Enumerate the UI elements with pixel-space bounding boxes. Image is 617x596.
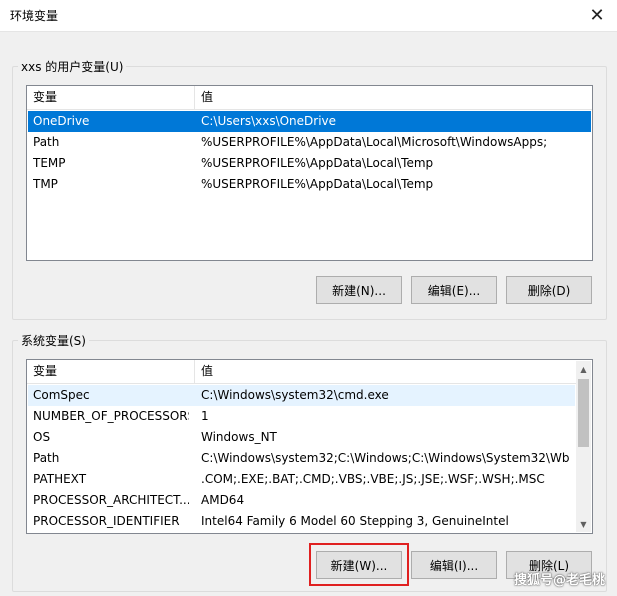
list-item[interactable]: TMP %USERPROFILE%\AppData\Local\Temp bbox=[28, 174, 591, 195]
window-title: 环境变量 bbox=[10, 9, 59, 23]
variable-name: OneDrive bbox=[33, 114, 90, 128]
system-list-header: 变量 值 bbox=[27, 360, 576, 384]
user-variables-label: xxs 的用户变量(U) bbox=[18, 58, 127, 75]
variable-value: C:\Windows\system32;C:\Windows;C:\Window… bbox=[201, 451, 569, 465]
list-item[interactable]: OS Windows_NT bbox=[28, 427, 575, 448]
variable-name: PATHEXT bbox=[33, 472, 87, 486]
system-edit-button[interactable]: 编辑(I)... bbox=[411, 551, 497, 579]
column-header-value[interactable]: 值 bbox=[195, 86, 592, 109]
system-variables-label: 系统变量(S) bbox=[18, 332, 89, 349]
variable-name: PROCESSOR_ARCHITECT... bbox=[33, 493, 189, 507]
list-item[interactable]: OneDrive C:\Users\xxs\OneDrive bbox=[28, 111, 591, 132]
scroll-down-icon[interactable]: ▼ bbox=[576, 516, 591, 532]
close-icon: ✕ bbox=[589, 5, 605, 26]
variable-value: %USERPROFILE%\AppData\Local\Microsoft\Wi… bbox=[201, 135, 548, 149]
list-item[interactable]: TEMP %USERPROFILE%\AppData\Local\Temp bbox=[28, 153, 591, 174]
variable-name: Path bbox=[33, 135, 60, 149]
variable-value: AMD64 bbox=[201, 493, 245, 507]
variable-name: OS bbox=[33, 430, 51, 444]
system-variables-list[interactable]: 变量 值 ComSpec C:\Windows\system32\cmd.exe… bbox=[26, 359, 593, 534]
list-item[interactable]: Path %USERPROFILE%\AppData\Local\Microso… bbox=[28, 132, 591, 153]
highlight-box bbox=[309, 543, 409, 586]
variable-value: .COM;.EXE;.BAT;.CMD;.VBS;.VBE;.JS;.JSE;.… bbox=[201, 472, 545, 486]
variable-value: 1 bbox=[201, 409, 209, 423]
list-item[interactable]: NUMBER_OF_PROCESSORS 1 bbox=[28, 406, 575, 427]
variable-name: Path bbox=[33, 451, 60, 465]
close-button[interactable]: ✕ bbox=[577, 0, 617, 31]
variable-value: C:\Windows\system32\cmd.exe bbox=[201, 388, 389, 402]
scroll-up-icon[interactable]: ▲ bbox=[576, 361, 591, 377]
list-item[interactable]: ComSpec C:\Windows\system32\cmd.exe bbox=[28, 385, 575, 406]
variable-name: NUMBER_OF_PROCESSORS bbox=[33, 409, 189, 423]
list-item[interactable]: PATHEXT .COM;.EXE;.BAT;.CMD;.VBS;.VBE;.J… bbox=[28, 469, 575, 490]
user-list-header: 变量 值 bbox=[27, 86, 592, 110]
user-edit-button[interactable]: 编辑(E)... bbox=[411, 276, 497, 304]
column-header-variable[interactable]: 变量 bbox=[27, 360, 195, 383]
vertical-scrollbar[interactable]: ▲ ▼ bbox=[576, 361, 591, 532]
variable-name: PROCESSOR_IDENTIFIER bbox=[33, 514, 180, 528]
user-new-button[interactable]: 新建(N)... bbox=[316, 276, 402, 304]
watermark: 搜狐号@老毛桃 bbox=[513, 573, 605, 588]
variable-value: %USERPROFILE%\AppData\Local\Temp bbox=[201, 177, 434, 191]
variable-name: TMP bbox=[33, 177, 58, 191]
variable-value: C:\Users\xxs\OneDrive bbox=[201, 114, 337, 128]
list-item[interactable]: Path C:\Windows\system32;C:\Windows;C:\W… bbox=[28, 448, 575, 469]
user-variables-list[interactable]: 变量 值 OneDrive C:\Users\xxs\OneDrive Path… bbox=[26, 85, 593, 261]
list-item[interactable]: PROCESSOR_ARCHITECT... AMD64 bbox=[28, 490, 575, 511]
scrollbar-thumb[interactable] bbox=[578, 379, 589, 447]
variable-name: ComSpec bbox=[33, 388, 90, 402]
variable-value: Windows_NT bbox=[201, 430, 277, 444]
column-header-value[interactable]: 值 bbox=[195, 360, 576, 383]
variable-value: Intel64 Family 6 Model 60 Stepping 3, Ge… bbox=[201, 514, 509, 528]
variable-name: TEMP bbox=[33, 156, 66, 170]
title-bar: 环境变量 ✕ bbox=[0, 0, 617, 32]
user-delete-button[interactable]: 删除(D) bbox=[506, 276, 592, 304]
list-item[interactable]: PROCESSOR_IDENTIFIER Intel64 Family 6 Mo… bbox=[28, 511, 575, 532]
variable-value: %USERPROFILE%\AppData\Local\Temp bbox=[201, 156, 434, 170]
column-header-variable[interactable]: 变量 bbox=[27, 86, 195, 109]
